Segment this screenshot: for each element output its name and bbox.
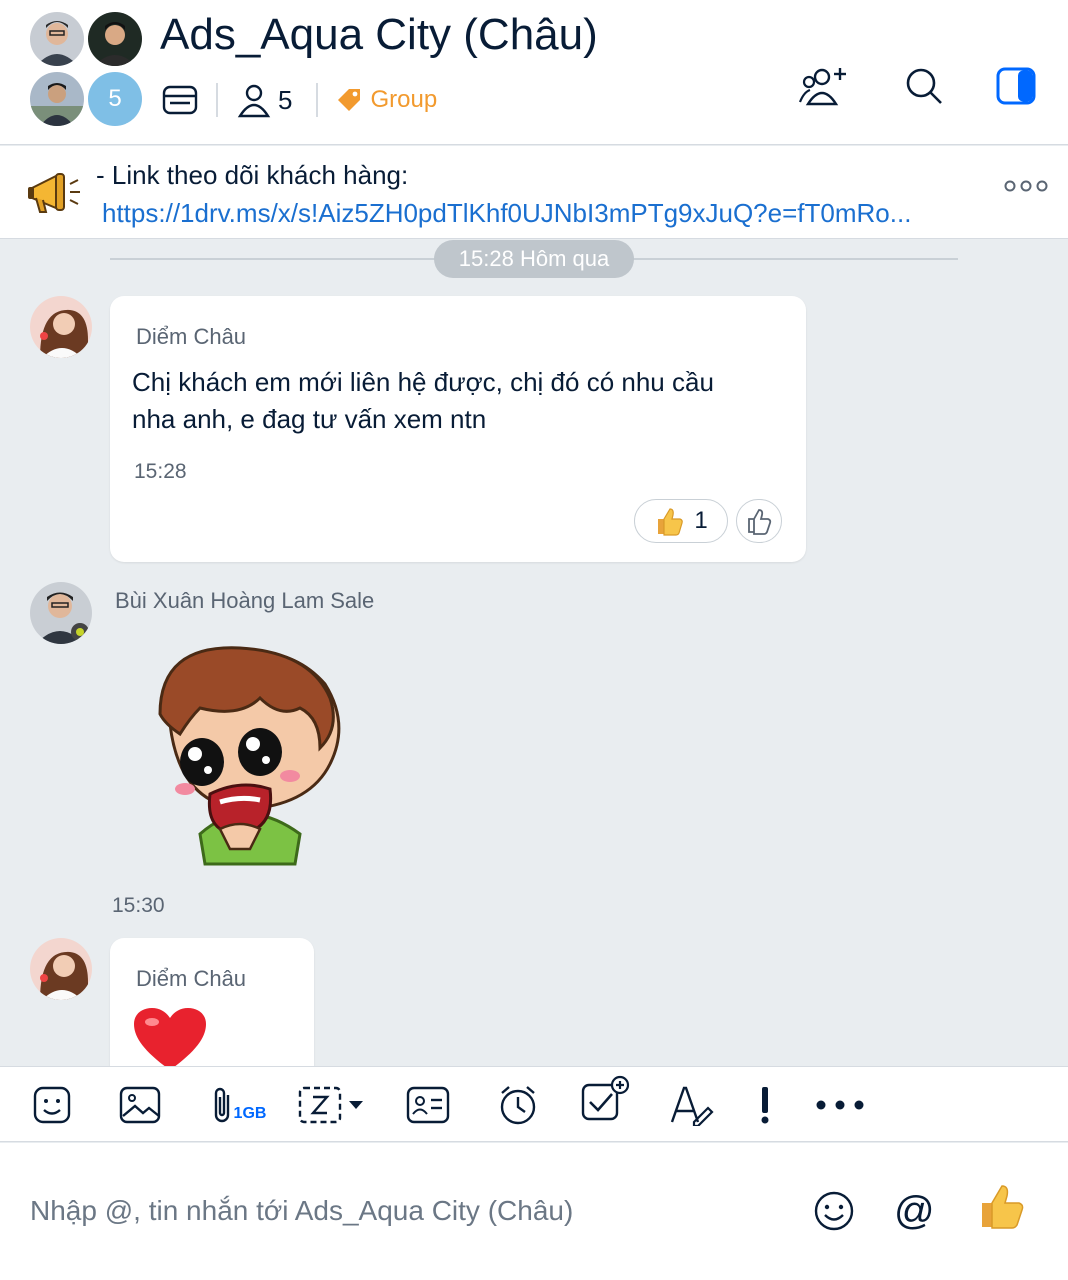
- message-list[interactable]: 15:28 Hôm qua Diểm Châu Chị khách em mới…: [0, 240, 1068, 1066]
- sender-name: Bùi Xuân Hoàng Lam Sale: [115, 588, 375, 613]
- screenshot-icon[interactable]: [296, 1083, 368, 1127]
- composer: @: [0, 1143, 1068, 1280]
- message-text-line: Chị khách em mới liên hệ được, chị đó có…: [132, 367, 714, 397]
- message-time: 15:28: [134, 460, 187, 483]
- important-icon[interactable]: [750, 1083, 780, 1127]
- member-avatar-1[interactable]: [30, 12, 84, 66]
- more-tools-icon[interactable]: [814, 1083, 866, 1127]
- pinned-link[interactable]: https://1drv.ms/x/s!Aiz5ZH0pdTlKhf0UJNbI…: [102, 198, 958, 229]
- sender-avatar[interactable]: [30, 938, 92, 1000]
- thumbs-up-icon: [654, 506, 684, 536]
- megaphone-icon: [26, 168, 82, 218]
- contact-card-icon[interactable]: [406, 1083, 450, 1127]
- more-options-icon[interactable]: [1004, 178, 1048, 199]
- divider: [316, 83, 319, 117]
- message-input[interactable]: [30, 1191, 790, 1231]
- emoji-icon[interactable]: [812, 1189, 856, 1238]
- group-meta-row: 5 Group: [160, 78, 437, 122]
- add-member-icon[interactable]: [798, 62, 850, 110]
- sender-name: Diểm Châu: [136, 324, 247, 349]
- thumbs-up-outline-icon: [748, 509, 772, 535]
- reaction-count: 1: [694, 507, 708, 534]
- board-icon[interactable]: [160, 80, 200, 120]
- member-count[interactable]: 5: [278, 85, 292, 116]
- message-bubble[interactable]: Diểm Châu Chị khách em mới liên hệ được,…: [110, 296, 806, 562]
- composer-toolbar: 1GB: [0, 1066, 1068, 1142]
- pinned-title: - Link theo dõi khách hàng:: [96, 160, 409, 190]
- tag-icon[interactable]: [334, 80, 364, 120]
- more-members-count[interactable]: 5: [88, 72, 142, 126]
- sender-avatar[interactable]: [30, 296, 92, 358]
- sender-name: Diểm Châu: [136, 966, 247, 991]
- heart-icon: [132, 1006, 208, 1066]
- image-icon[interactable]: [118, 1083, 162, 1127]
- group-tag-label[interactable]: Group: [370, 86, 437, 114]
- reminder-clock-icon[interactable]: [496, 1083, 540, 1127]
- date-divider: 15:28 Hôm qua: [434, 240, 634, 278]
- attach-file-button[interactable]: 1GB: [206, 1083, 272, 1127]
- message-time: 15:30: [112, 894, 165, 917]
- text-format-icon[interactable]: [668, 1083, 714, 1127]
- send-thumbs-up-icon[interactable]: [978, 1181, 1028, 1236]
- search-icon[interactable]: [898, 62, 950, 110]
- message-bubble[interactable]: Diểm Châu: [110, 938, 314, 1066]
- sticker-icon[interactable]: [30, 1083, 74, 1127]
- attach-size-label: 1GB: [233, 1105, 267, 1122]
- sticker-image[interactable]: [140, 644, 350, 870]
- member-avatar-2[interactable]: [88, 12, 142, 66]
- create-task-icon[interactable]: [580, 1075, 630, 1121]
- chat-header: 5 Ads_Aqua City (Châu) 5 Group: [0, 0, 1068, 145]
- paperclip-icon: [214, 1087, 229, 1123]
- members-icon[interactable]: [234, 80, 274, 120]
- member-avatar-3[interactable]: [30, 72, 84, 126]
- pinned-message[interactable]: - Link theo dõi khách hàng: https://1drv…: [0, 146, 1068, 239]
- toggle-sidebar-icon[interactable]: [990, 62, 1042, 110]
- sender-avatar[interactable]: [30, 582, 92, 644]
- mention-icon[interactable]: @: [894, 1187, 935, 1235]
- group-title: Ads_Aqua City (Châu): [160, 10, 598, 59]
- divider: [216, 83, 218, 117]
- message-text-line: nha anh, e đag tư vấn xem ntn: [132, 404, 487, 434]
- reaction-summary[interactable]: 1: [634, 499, 728, 543]
- like-button[interactable]: [736, 499, 782, 543]
